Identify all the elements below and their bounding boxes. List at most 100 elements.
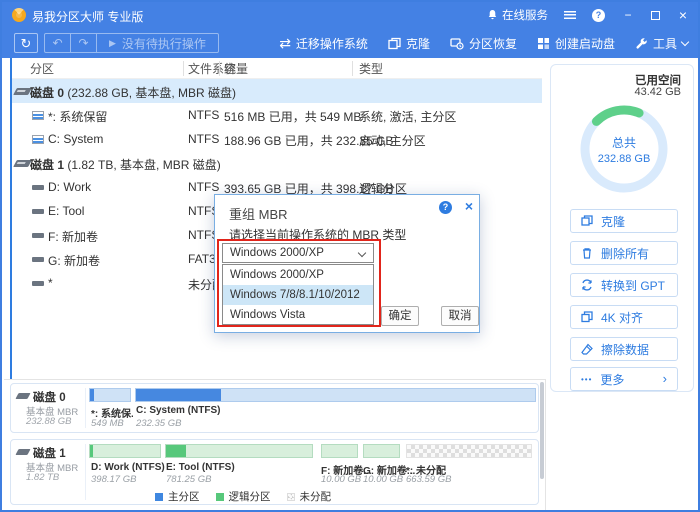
partition-name: C: System	[48, 132, 103, 146]
type-value: 启动, 主分区	[359, 132, 426, 149]
tools-label: 工具	[653, 35, 677, 52]
maximize-button[interactable]	[651, 11, 660, 20]
segment-e-tool[interactable]	[165, 444, 313, 458]
clone-toolbar-button[interactable]: 克隆	[388, 35, 430, 52]
filesystem-value: NTFS	[188, 132, 219, 146]
card-divider	[85, 444, 86, 500]
minimize-button[interactable]: −	[621, 8, 635, 22]
segment-size: 10.00 GB	[321, 474, 361, 485]
legend-logical-swatch	[216, 493, 224, 501]
eraser-icon	[581, 343, 593, 355]
redo-icon: ↷	[78, 36, 88, 50]
dropdown-option-windows-7-8-10[interactable]: Windows 7/8/8.1/10/2012	[223, 285, 373, 305]
sidebar-wipe-data-button[interactable]: 擦除数据	[570, 337, 678, 361]
used-fill	[90, 445, 93, 457]
ok-button[interactable]: 确定	[381, 306, 419, 326]
partition-icon	[32, 209, 44, 214]
create-bootable-disk-button[interactable]: 创建启动盘	[537, 35, 615, 52]
partition-recovery-icon	[450, 37, 464, 50]
menu-list-icon[interactable]	[564, 11, 576, 19]
app-title: 易我分区大师 专业版	[32, 8, 143, 25]
toolbar: ↻ ↶ ↷ ▶ 没有待执行操作 ⇄ 迁移操作系统 克隆	[2, 28, 698, 58]
disk-icon	[15, 449, 30, 455]
segment-d-work[interactable]	[89, 444, 161, 458]
sidebar-4k-align-button[interactable]: 4K 对齐	[570, 305, 678, 329]
online-service-button[interactable]: 在线服务	[487, 7, 548, 23]
filesystem-value: NTFS	[188, 108, 219, 122]
refresh-icon: ↻	[21, 36, 32, 51]
partition-recovery-button[interactable]: 分区恢复	[450, 35, 517, 52]
column-divider	[352, 61, 353, 76]
sidebar-delete-all-label: 删除所有	[601, 245, 649, 262]
bootable-disk-icon	[537, 37, 550, 50]
sidebar-clone-label: 克隆	[601, 213, 625, 230]
create-bootable-disk-label: 创建启动盘	[555, 35, 615, 52]
segment-unallocated[interactable]	[406, 444, 532, 458]
partition-name: D: Work	[48, 180, 91, 194]
footer-vertical-divider	[545, 379, 546, 510]
migrate-os-button[interactable]: ⇄ 迁移操作系统	[279, 35, 368, 52]
sidebar-delete-all-button[interactable]: 删除所有	[570, 241, 678, 265]
table-row-c-system[interactable]: C: System NTFS 188.96 GB 已用，共 232.35 GB …	[12, 127, 542, 151]
legend-primary-label: 主分区	[168, 489, 200, 504]
partition-name: F: 新加卷	[48, 228, 98, 245]
legend-unallocated-label: 未分配	[300, 489, 332, 504]
help-icon[interactable]: ?	[592, 9, 605, 22]
tools-button[interactable]: 工具	[635, 35, 688, 52]
trash-icon	[581, 247, 593, 259]
table-row-disk1[interactable]: 磁盘 1 (1.82 TB, 基本盘, MBR 磁盘)	[12, 151, 542, 175]
app-logo-icon	[12, 8, 26, 22]
dialog-close-icon[interactable]: ×	[461, 198, 477, 214]
pending-operations-button[interactable]: ▶ 没有待执行操作	[97, 34, 218, 52]
partition-name: *: 系统保留	[48, 108, 107, 125]
redo-button[interactable]: ↷	[71, 34, 97, 52]
sidebar-more-button[interactable]: ••• 更多 ›	[570, 367, 678, 391]
mbr-type-select[interactable]: Windows 2000/XP	[222, 243, 374, 263]
footer-divider	[4, 379, 545, 380]
close-button[interactable]: ×	[676, 7, 690, 23]
segment-size: 10.00 GB	[363, 474, 403, 485]
disk1-size: 1.82 TB	[26, 472, 59, 483]
dialog-help-icon[interactable]: ?	[439, 201, 452, 214]
segment-system-reserved[interactable]	[89, 388, 131, 402]
column-header-type: 类型	[359, 60, 383, 77]
sidebar-clone-button[interactable]: 克隆	[570, 209, 678, 233]
migrate-os-label: 迁移操作系统	[296, 35, 368, 52]
disk0-name: 磁盘 0	[33, 389, 66, 405]
play-icon: ▶	[109, 38, 116, 49]
column-header-partition: 分区	[30, 60, 54, 77]
table-row-system-reserved[interactable]: *: 系统保留 NTFS 516 MB 已用，共 549 MB 系统, 激活, …	[12, 103, 542, 127]
column-divider	[219, 61, 220, 76]
sidebar-more-label: 更多	[600, 371, 624, 388]
partition-icon	[32, 281, 44, 286]
convert-icon	[581, 279, 593, 291]
sidebar-convert-gpt-button[interactable]: 转换到 GPT	[570, 273, 678, 297]
dialog-title: 重组 MBR	[229, 204, 288, 223]
segment-f-volume[interactable]	[321, 444, 358, 458]
partition-icon	[32, 257, 44, 262]
table-row-disk0[interactable]: 磁盘 0 (232.88 GB, 基本盘, MBR 磁盘)	[12, 79, 542, 103]
sidebar-4k-align-label: 4K 对齐	[601, 309, 643, 326]
column-header-capacity: 容量	[224, 60, 248, 77]
disk-detail: (232.88 GB, 基本盘, MBR 磁盘)	[64, 86, 236, 100]
partition-name: *	[48, 276, 53, 290]
segment-g-volume[interactable]	[363, 444, 400, 458]
undo-button[interactable]: ↶	[45, 34, 71, 52]
dropdown-option-windows-vista[interactable]: Windows Vista	[223, 305, 373, 325]
cancel-button[interactable]: 取消	[441, 306, 479, 326]
partition-recovery-label: 分区恢复	[469, 35, 517, 52]
disk-detail: (1.82 TB, 基本盘, MBR 磁盘)	[64, 158, 221, 172]
segment-c-system[interactable]	[135, 388, 536, 402]
disk-summary-panel: 已用空间 43.42 GB 总共 232.88 GB 克隆 删除所有	[550, 64, 694, 392]
title-bar: 易我分区大师 专业版 在线服务 ? − ×	[2, 2, 698, 28]
refresh-button[interactable]: ↻	[14, 33, 38, 53]
partition-name: E: Tool	[48, 204, 84, 218]
chevron-down-icon	[358, 249, 366, 257]
scrollbar-thumb[interactable]	[540, 382, 544, 479]
disk0-map-card: 磁盘 0 基本盘 MBR 232.88 GB *: 系统保... 549 MB …	[10, 383, 539, 433]
undo-icon: ↶	[52, 36, 62, 50]
dropdown-option-windows-2000-xp[interactable]: Windows 2000/XP	[223, 265, 373, 285]
capacity-value: 516 MB 已用，共 549 MB	[224, 108, 361, 125]
disk-name: 磁盘 0	[30, 86, 64, 100]
mbr-type-dropdown-list: Windows 2000/XP Windows 7/8/8.1/10/2012 …	[222, 264, 374, 325]
